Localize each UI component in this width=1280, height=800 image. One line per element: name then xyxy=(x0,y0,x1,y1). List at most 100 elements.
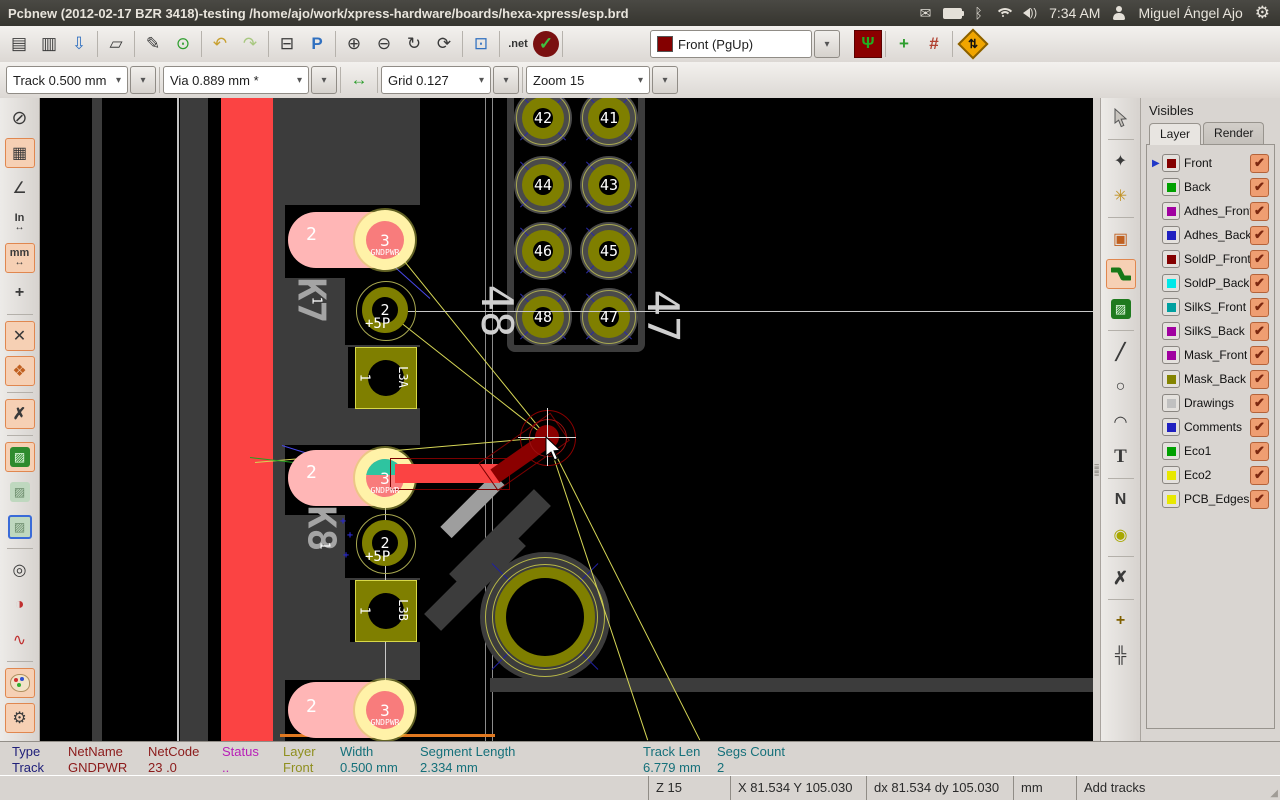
add-zones-button[interactable]: ▨ xyxy=(1106,294,1136,324)
show-ratsnest-button[interactable]: ✕ xyxy=(5,321,35,351)
add-keepout-button[interactable]: ╱ xyxy=(1106,337,1136,367)
layer-color-swatch[interactable] xyxy=(1162,370,1180,388)
zones-outline-button[interactable]: ▨ xyxy=(5,512,35,542)
local-ratsnest-button[interactable]: ✳ xyxy=(1106,181,1136,211)
pad-gndpwr[interactable]: 3 GNDPWR xyxy=(355,210,415,270)
wifi-icon[interactable] xyxy=(995,8,1011,19)
layers-manager-button[interactable]: ⚙ xyxy=(5,703,35,733)
layer-color-swatch[interactable] xyxy=(1162,250,1180,268)
module-viewer-button[interactable]: ⊙ xyxy=(168,30,198,58)
redo-button[interactable]: ↷ xyxy=(235,30,265,58)
select-tool-button[interactable] xyxy=(1106,103,1136,133)
pad-gndpwr[interactable]: 3 GNDPWR xyxy=(355,680,415,740)
layer-visibility-checkbox[interactable]: ✔ xyxy=(1250,202,1269,221)
layer-row[interactable]: ▶Drawings✔ xyxy=(1147,391,1274,415)
grid-dropdown-button[interactable]: ▾ xyxy=(493,66,519,94)
connector-pad[interactable]: 45 xyxy=(580,222,638,280)
module-ratsnest-button[interactable]: ❖ xyxy=(5,356,35,386)
zoom-dropdown-button[interactable]: ▾ xyxy=(652,66,678,94)
polar-coords-button[interactable]: ∠ xyxy=(5,173,35,203)
layer-row[interactable]: ▶Front✔ xyxy=(1147,151,1274,175)
track-width-select[interactable]: Track 0.500 mm ▾ xyxy=(6,66,128,94)
connector-pad[interactable]: 43 xyxy=(580,156,638,214)
layer-row[interactable]: ▶Adhes_Front✔ xyxy=(1147,199,1274,223)
layer-visibility-checkbox[interactable]: ✔ xyxy=(1250,370,1269,389)
layer-row[interactable]: ▶Mask_Back✔ xyxy=(1147,367,1274,391)
zoom-out-button[interactable]: ⊖ xyxy=(369,30,399,58)
highlight-net-button[interactable]: ✦ xyxy=(1106,146,1136,176)
layer-row[interactable]: ▶SilkS_Front✔ xyxy=(1147,295,1274,319)
layer-visibility-checkbox[interactable]: ✔ xyxy=(1250,250,1269,269)
cursor-shape-button[interactable]: + xyxy=(5,278,35,308)
set-offset-button[interactable]: + xyxy=(1106,606,1136,636)
auto-delete-track-button[interactable]: ✗ xyxy=(5,399,35,429)
connector-pad[interactable]: 41 xyxy=(580,98,638,147)
layer-visibility-checkbox[interactable]: ✔ xyxy=(1250,442,1269,461)
layer-row[interactable]: ▶SilkS_Back✔ xyxy=(1147,319,1274,343)
layer-visibility-checkbox[interactable]: ✔ xyxy=(1250,322,1269,341)
layer-selector-dropdown-button[interactable]: ▾ xyxy=(814,30,840,58)
pad-l3b[interactable]: 1 L3B xyxy=(355,580,417,642)
layer-row[interactable]: ▶Adhes_Back✔ xyxy=(1147,223,1274,247)
battery-icon[interactable] xyxy=(943,8,962,19)
find-button[interactable]: ⊡ xyxy=(466,30,496,58)
layer-visibility-checkbox[interactable]: ✔ xyxy=(1250,346,1269,365)
zoom-select[interactable]: Zoom 15 ▾ xyxy=(526,66,650,94)
connector-pad[interactable]: 44 xyxy=(514,156,572,214)
layer-visibility-checkbox[interactable]: ✔ xyxy=(1250,466,1269,485)
plot-button[interactable]: P xyxy=(302,30,332,58)
tracks-vias-mode-button[interactable]: # xyxy=(919,30,949,58)
add-arc-button[interactable]: ◠ xyxy=(1106,407,1136,437)
tab-render[interactable]: Render xyxy=(1203,122,1264,144)
layer-color-swatch[interactable] xyxy=(1162,322,1180,340)
connector-pad[interactable]: 42 xyxy=(514,98,572,147)
tab-layer[interactable]: Layer xyxy=(1149,123,1201,145)
add-target-button[interactable]: ◉ xyxy=(1106,520,1136,550)
layer-visibility-checkbox[interactable]: ✔ xyxy=(1250,274,1269,293)
connector-pad[interactable]: 46 xyxy=(514,222,572,280)
show-zones-button[interactable]: ▨ xyxy=(5,442,35,472)
netlist-button[interactable]: .net xyxy=(503,30,533,58)
layer-color-swatch[interactable] xyxy=(1162,394,1180,412)
auto-track-width-button[interactable]: ↔ xyxy=(344,66,374,94)
grid-origin-button[interactable]: ╬ xyxy=(1106,641,1136,671)
clock[interactable]: 7:34 AM xyxy=(1049,5,1100,21)
add-text-button[interactable]: T xyxy=(1106,442,1136,472)
layer-color-swatch[interactable] xyxy=(1162,154,1180,172)
print-button[interactable]: ⊟ xyxy=(272,30,302,58)
high-contrast-button[interactable]: ◑ xyxy=(5,590,35,620)
connector-pad[interactable]: 47 xyxy=(580,288,638,346)
add-circle-button[interactable]: ○ xyxy=(1106,372,1136,402)
redraw-button[interactable]: ↻ xyxy=(399,30,429,58)
palette-button[interactable] xyxy=(5,668,35,698)
add-tracks-button[interactable] xyxy=(1106,259,1136,289)
freeroute-button[interactable]: ⇅ xyxy=(957,28,988,59)
via-size-select[interactable]: Via 0.889 mm * ▾ xyxy=(163,66,309,94)
pad-gndpwr[interactable]: 3 GNDPWR xyxy=(355,448,415,508)
new-board-button[interactable]: ▤ xyxy=(4,30,34,58)
layer-color-swatch[interactable] xyxy=(1162,466,1180,484)
pads-sketch-button[interactable]: ◎ xyxy=(5,555,35,585)
add-module-button[interactable]: ▣ xyxy=(1106,224,1136,254)
units-mm-button[interactable]: mm↔ xyxy=(5,243,35,273)
front-copper-track[interactable] xyxy=(221,98,273,741)
layer-color-swatch[interactable] xyxy=(1162,490,1180,508)
resize-grip-icon[interactable]: ◢ xyxy=(1270,788,1278,799)
grid-select[interactable]: Grid 0.127 ▾ xyxy=(381,66,491,94)
panel-sash[interactable]: ≡≡≡ xyxy=(1093,98,1100,741)
layer-row[interactable]: ▶Mask_Front✔ xyxy=(1147,343,1274,367)
layer-visibility-checkbox[interactable]: ✔ xyxy=(1250,298,1269,317)
tracks-sketch-button[interactable]: ∿ xyxy=(5,625,35,655)
volume-icon[interactable]: )) xyxy=(1023,7,1037,19)
drc-button[interactable]: ✓ xyxy=(533,31,559,57)
zoom-in-button[interactable]: ⊕ xyxy=(339,30,369,58)
pad-l3a[interactable]: 1 L3A xyxy=(355,347,417,409)
add-dimension-button[interactable]: N xyxy=(1106,485,1136,515)
layer-color-swatch[interactable] xyxy=(1162,274,1180,292)
layer-row[interactable]: ▶SoldP_Back✔ xyxy=(1147,271,1274,295)
layer-color-swatch[interactable] xyxy=(1162,346,1180,364)
layer-color-swatch[interactable] xyxy=(1162,442,1180,460)
layer-visibility-checkbox[interactable]: ✔ xyxy=(1250,418,1269,437)
units-inches-button[interactable]: In↔ xyxy=(5,208,35,238)
grid-visibility-button[interactable]: ▦ xyxy=(5,138,35,168)
